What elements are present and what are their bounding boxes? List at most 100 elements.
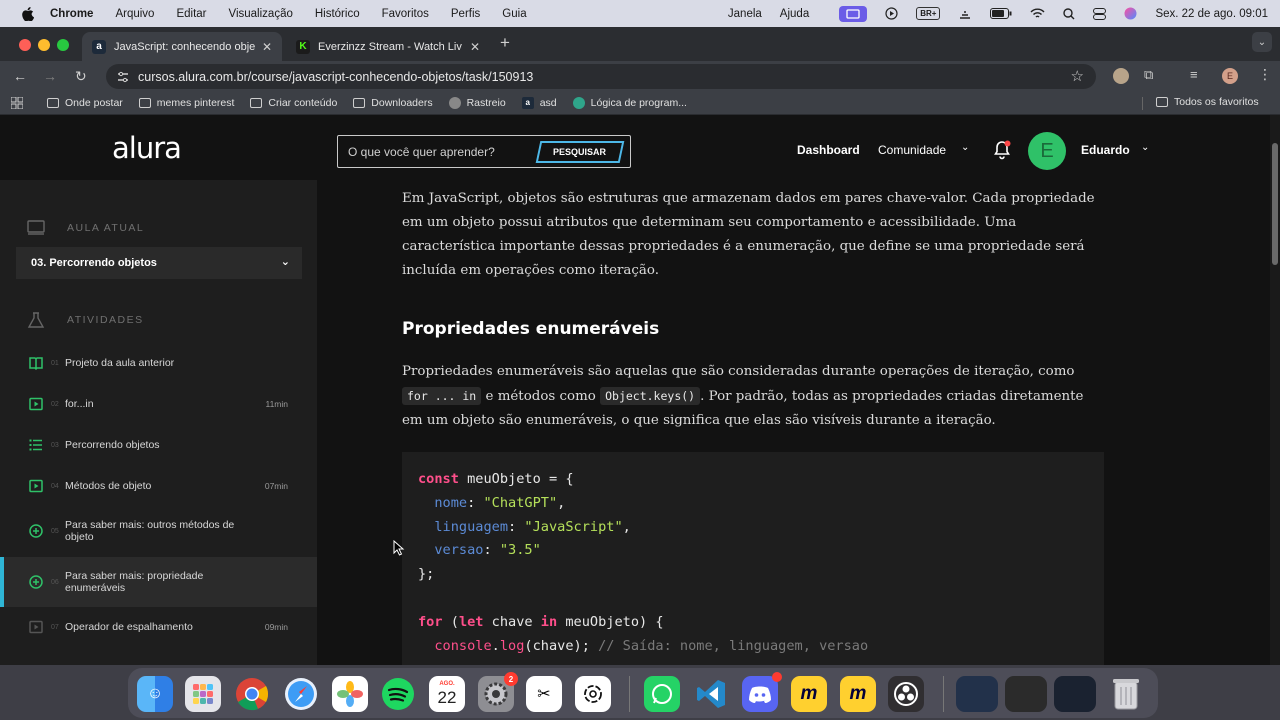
dashboard-link[interactable]: Dashboard <box>797 143 860 157</box>
minimize-window-button[interactable] <box>38 39 50 51</box>
tab-alura[interactable]: a JavaScript: conhecendo obje ✕ <box>82 32 282 61</box>
reading-list-icon[interactable]: ≡ <box>1190 67 1198 82</box>
username-menu[interactable]: Eduardo <box>1081 143 1130 157</box>
chevron-down-icon[interactable]: ⌄ <box>1141 142 1149 153</box>
forward-arrow-icon[interactable]: → <box>43 68 57 84</box>
site-info-icon[interactable] <box>116 70 130 84</box>
tab-search-chevron-icon[interactable]: ⌄ <box>1252 32 1272 52</box>
system-settings-icon[interactable]: 2 <box>478 672 518 712</box>
search-icon[interactable] <box>1063 7 1075 20</box>
chrome-menu-icon[interactable]: ⋮ <box>1258 66 1272 83</box>
menu-visualizacao[interactable]: Visualização <box>229 8 293 20</box>
finder-icon[interactable]: ☺ <box>137 676 173 712</box>
menu-arquivo[interactable]: Arquivo <box>115 8 154 20</box>
screen-mirror-icon[interactable] <box>839 5 868 22</box>
recent-window-thumbnail[interactable] <box>956 676 998 712</box>
bookmark-rastreio[interactable]: Rastreio <box>448 96 506 109</box>
spotify-icon[interactable] <box>380 676 416 712</box>
bookmark-star-icon[interactable]: ☆ <box>1071 67 1084 85</box>
datetime-label[interactable]: Sex. 22 de ago. 09:01 <box>1155 8 1268 20</box>
keyboard-layout-indicator[interactable]: BR+ <box>916 7 941 20</box>
battery-icon[interactable] <box>990 8 1012 19</box>
apps-grid-icon[interactable] <box>11 96 23 109</box>
menu-ajuda[interactable]: Ajuda <box>780 8 809 20</box>
activity-item[interactable]: 03 Percorrendo objetos <box>0 430 317 460</box>
activity-item[interactable]: 07 Operador de espalhamento 09min <box>0 612 317 642</box>
bookmark-criar-conteudo[interactable]: Criar conteúdo <box>250 97 337 109</box>
control-center-icon[interactable] <box>1093 7 1107 20</box>
miro-board-icon[interactable]: m <box>840 676 876 712</box>
video-icon <box>29 620 43 634</box>
notification-bell-icon[interactable] <box>992 140 1012 160</box>
safari-icon[interactable] <box>283 676 319 712</box>
recent-window-thumbnail[interactable] <box>1054 676 1096 712</box>
bookmark-logica-programacao[interactable]: Lógica de program... <box>572 96 687 109</box>
calendar-icon[interactable]: AGO. 22 <box>429 676 465 712</box>
user-avatar[interactable]: E <box>1028 132 1066 170</box>
alura-logo[interactable]: alura <box>112 131 182 165</box>
menu-editar[interactable]: Editar <box>176 8 206 20</box>
recent-window-thumbnail[interactable] <box>1005 676 1047 712</box>
activity-label: for...in <box>65 397 94 410</box>
page-scrollbar[interactable] <box>1270 115 1280 665</box>
vscode-icon[interactable] <box>693 676 729 712</box>
chatgpt-icon[interactable] <box>575 676 611 712</box>
close-tab-icon[interactable]: ✕ <box>470 40 480 54</box>
folder-icon <box>47 97 59 108</box>
bookmark-onde-postar[interactable]: Onde postar <box>47 97 123 109</box>
alura-icon: a <box>521 96 534 109</box>
menu-favoritos[interactable]: Favoritos <box>382 8 429 20</box>
puzzle-extensions-icon[interactable]: ⧉ <box>1144 67 1153 83</box>
network-icon[interactable] <box>958 8 972 20</box>
bookmark-asd[interactable]: a asd <box>521 96 557 109</box>
paragraph-text: e métodos como <box>481 389 601 404</box>
activity-item[interactable]: 04 Métodos de objeto 07min <box>0 471 317 501</box>
photos-icon[interactable] <box>332 676 368 712</box>
miro-icon[interactable]: m <box>791 676 827 712</box>
discord-icon[interactable] <box>742 672 782 712</box>
search-input[interactable] <box>348 144 528 159</box>
reload-icon[interactable]: ↻ <box>75 68 87 85</box>
menu-janela[interactable]: Janela <box>728 8 762 20</box>
tab-kick-stream[interactable]: K Everzinzz Stream - Watch Liv ✕ <box>286 32 490 61</box>
all-bookmarks[interactable]: Todos os favoritos <box>1156 96 1259 108</box>
extension-icon[interactable] <box>1113 68 1129 84</box>
chevron-down-icon[interactable]: ⌄ <box>961 142 969 153</box>
community-menu[interactable]: Comunidade <box>878 143 946 157</box>
bookmark-memes-pinterest[interactable]: memes pinterest <box>138 97 234 109</box>
siri-icon[interactable] <box>1124 7 1137 20</box>
play-icon[interactable] <box>885 7 898 20</box>
menu-guia[interactable]: Guia <box>502 8 526 20</box>
maximize-window-button[interactable] <box>57 39 69 51</box>
activity-item-active[interactable]: 06 Para saber mais: propriedade enumeráv… <box>0 557 317 607</box>
url-text[interactable]: cursos.alura.com.br/course/javascript-co… <box>138 70 533 84</box>
lesson-select[interactable]: 03. Percorrendo objetos ⌄ <box>16 247 302 279</box>
chrome-icon[interactable] <box>234 676 270 712</box>
lesson-sidebar: AULA ATUAL 03. Percorrendo objetos ⌄ ATI… <box>0 180 317 665</box>
back-arrow-icon[interactable]: ← <box>13 68 27 84</box>
obs-icon[interactable] <box>888 676 924 712</box>
address-bar[interactable]: cursos.alura.com.br/course/javascript-co… <box>106 64 1096 89</box>
menu-historico[interactable]: Histórico <box>315 8 360 20</box>
scrollbar-thumb[interactable] <box>1272 143 1278 265</box>
bookmark-downloaders[interactable]: Downloaders <box>353 97 433 109</box>
inline-code-for-in: for ... in <box>402 387 482 405</box>
activity-item[interactable]: 05 Para saber mais: outros métodos de ob… <box>0 511 317 551</box>
notification-badge: 2 <box>504 672 518 686</box>
wifi-icon[interactable] <box>1030 8 1045 19</box>
close-window-button[interactable] <box>19 39 31 51</box>
profile-avatar-icon[interactable]: E <box>1222 68 1238 84</box>
launchpad-icon[interactable] <box>185 676 221 712</box>
activity-item[interactable]: 01 Projeto da aula anterior <box>0 348 317 378</box>
menu-perfis[interactable]: Perfis <box>451 8 480 20</box>
apple-icon[interactable] <box>20 6 34 21</box>
search-button[interactable]: PESQUISAR <box>535 141 625 163</box>
whatsapp-icon[interactable] <box>644 676 680 712</box>
activity-item[interactable]: 02 for...in 11min <box>0 389 317 419</box>
menu-app-name[interactable]: Chrome <box>50 8 93 20</box>
new-tab-icon[interactable]: + <box>500 33 510 53</box>
chevron-down-icon[interactable]: ⌄ <box>281 255 290 268</box>
trash-icon[interactable] <box>1108 676 1144 712</box>
close-tab-icon[interactable]: ✕ <box>262 40 272 54</box>
capcut-icon[interactable]: ✂ <box>526 676 562 712</box>
